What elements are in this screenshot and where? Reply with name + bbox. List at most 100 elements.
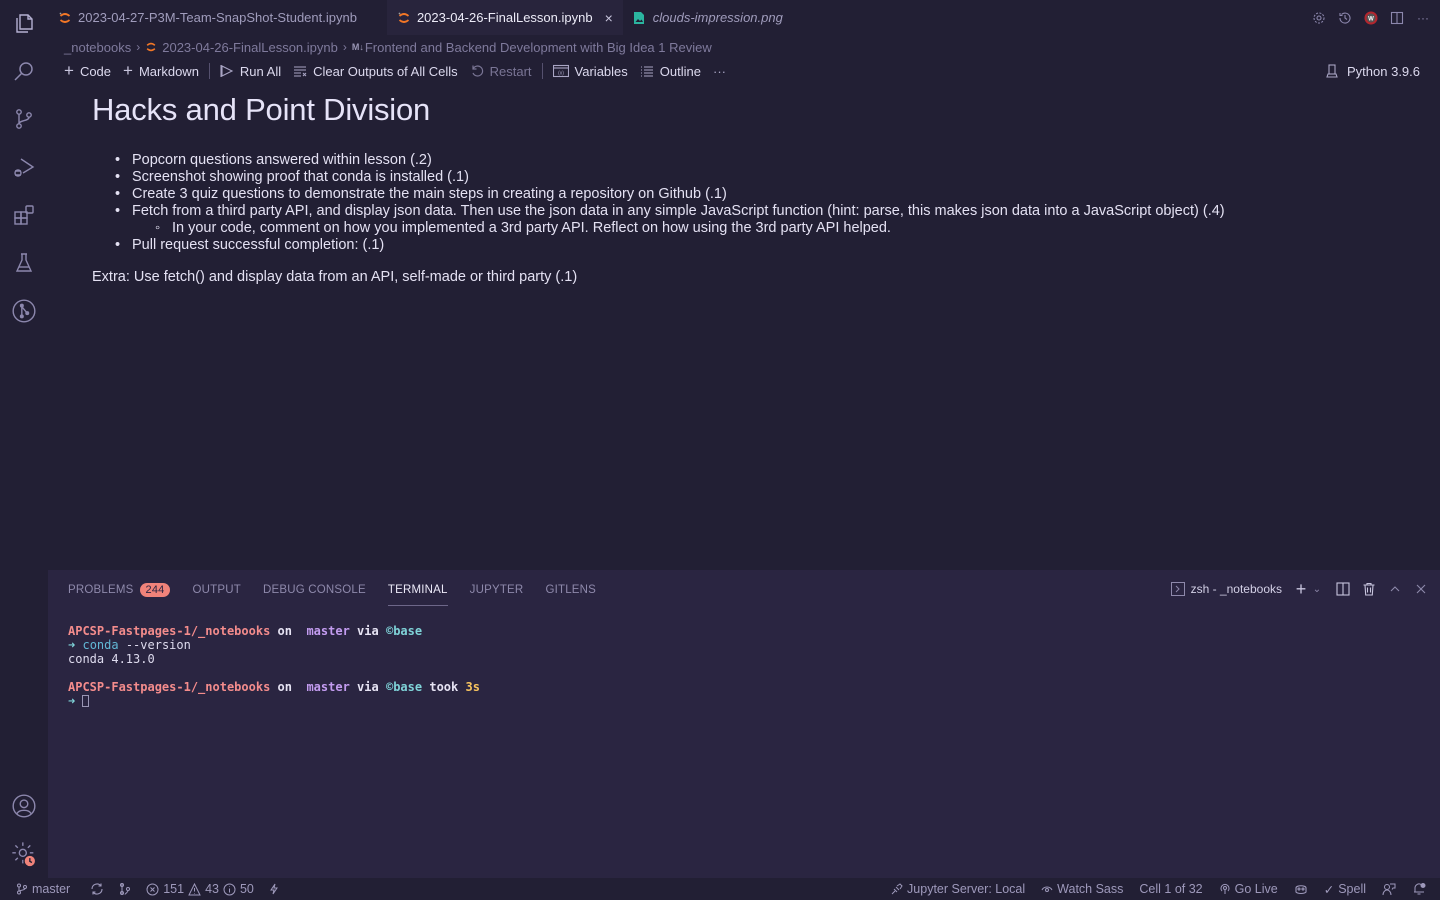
git-branch-icon [16, 883, 28, 895]
cell-heading: Hacks and Point Division [92, 92, 431, 127]
jupyter-icon [397, 11, 411, 25]
editor-tab-bar: 2023-04-27-P3M-Team-SnapShot-Student.ipy… [48, 0, 1440, 35]
svg-text:(x): (x) [558, 71, 564, 77]
source-control-icon[interactable] [10, 105, 38, 133]
sync-icon[interactable] [90, 882, 104, 896]
list-item: Create 3 quiz questions to demonstrate t… [92, 186, 1440, 203]
list-item: Popcorn questions answered within lesson… [92, 152, 1440, 169]
prompt-arrow-icon: ➜ [68, 694, 76, 708]
hacks-list: Popcorn questions answered within lesson… [92, 152, 1440, 254]
git-graph-icon[interactable] [118, 882, 132, 896]
plus-icon: + [64, 61, 74, 80]
notebook-toolbar: + Code + Markdown Run All Clear Outputs … [58, 60, 1440, 82]
run-all-button[interactable]: Run All [214, 60, 287, 82]
account-icon[interactable] [10, 792, 38, 820]
sub-list: In your code, comment on how you impleme… [92, 220, 1440, 237]
spell-check-button[interactable]: ✓ Spell [1324, 882, 1366, 897]
tab-gitlens[interactable]: GITLENS [545, 579, 596, 601]
toolbar-divider [541, 63, 543, 79]
tab-output[interactable]: OUTPUT [192, 579, 240, 601]
tab-final-lesson[interactable]: 2023-04-26-FinalLesson.ipynb × [386, 0, 623, 35]
variables-icon: (x) [552, 64, 569, 78]
clear-outputs-button[interactable]: Clear Outputs of All Cells [287, 60, 464, 82]
breadcrumb-file[interactable]: 2023-04-26-FinalLesson.ipynb [162, 40, 338, 55]
split-editor-icon[interactable] [1390, 11, 1404, 25]
prompt-arrow-icon: ➜ [68, 638, 76, 652]
info-icon [223, 883, 236, 896]
extra-credit-text: Extra: Use fetch() and display data from… [92, 269, 578, 285]
extensions-icon[interactable] [10, 201, 38, 229]
gitlens-icon[interactable] [10, 297, 38, 325]
settings-gear-icon[interactable] [1312, 11, 1326, 25]
search-icon[interactable] [10, 57, 38, 85]
tab-clouds-impression[interactable]: clouds-impression.png [623, 0, 793, 35]
close-panel-icon[interactable] [1414, 582, 1428, 596]
copilot-icon[interactable] [1294, 882, 1308, 896]
breadcrumb-folder[interactable]: _notebooks [64, 40, 131, 55]
manage-gear-icon[interactable] [10, 840, 38, 868]
activity-bar [0, 0, 48, 878]
run-debug-icon[interactable] [10, 153, 38, 181]
kernel-server-icon [1325, 64, 1339, 78]
tab-debug-console[interactable]: DEBUG CONSOLE [263, 579, 366, 601]
list-item-text: Fetch from a third party API, and displa… [132, 203, 1225, 219]
add-code-cell-button[interactable]: + Code [58, 60, 117, 82]
list-item: Pull request successful completion: (.1) [92, 237, 1440, 254]
clear-all-icon [293, 64, 307, 78]
sub-list-item: In your code, comment on how you impleme… [92, 220, 1440, 237]
restart-button[interactable]: Restart [464, 60, 538, 82]
go-live-button[interactable]: Go Live [1219, 882, 1278, 896]
terminal-prompt-line: APCSP-Fastpages-1/_notebooks on master v… [68, 680, 480, 694]
run-all-icon [220, 64, 234, 78]
wakatime-icon[interactable]: W [1364, 11, 1378, 25]
terminal-output-line: conda 4.13.0 [68, 652, 155, 666]
terminal-input-line[interactable]: ➜ [68, 694, 480, 708]
panel-actions: zsh - _notebooks + ⌄ [1170, 579, 1428, 599]
feedback-icon[interactable] [1382, 882, 1396, 896]
tab-jupyter[interactable]: JUPYTER [470, 579, 524, 601]
timeline-history-icon[interactable] [1338, 11, 1352, 25]
restart-icon [470, 64, 484, 78]
notifications-bell-icon[interactable] [1412, 882, 1426, 896]
testing-flask-icon[interactable] [10, 249, 38, 277]
chevron-down-icon[interactable]: ⌄ [1310, 582, 1324, 596]
add-markdown-cell-button[interactable]: + Markdown [117, 60, 205, 82]
svg-text:W: W [1368, 16, 1374, 22]
chevron-right-icon: › [342, 40, 347, 54]
tab-problems[interactable]: PROBLEMS 244 [68, 579, 171, 601]
lightning-icon[interactable] [268, 883, 280, 895]
markdown-cell[interactable]: Hacks and Point Division Popcorn questio… [92, 90, 1440, 285]
chevron-right-icon: › [136, 40, 141, 54]
markdown-icon: M↓ [351, 42, 364, 52]
terminal-selector[interactable]: zsh - _notebooks [1170, 582, 1282, 596]
status-bar: master 151 43 50 Jupyter Server: Local W… [0, 878, 1440, 900]
more-actions-icon[interactable]: ··· [1416, 11, 1430, 25]
image-file-icon [633, 11, 647, 25]
watch-sass-button[interactable]: Watch Sass [1041, 882, 1123, 896]
broadcast-icon [1219, 883, 1231, 895]
terminal-output[interactable]: APCSP-Fastpages-1/_notebooks on master v… [68, 624, 480, 708]
bottom-panel: PROBLEMS 244 OUTPUT DEBUG CONSOLE TERMIN… [48, 570, 1440, 878]
trash-icon[interactable] [1362, 582, 1376, 596]
breadcrumb-section[interactable]: Frontend and Backend Development with Bi… [365, 40, 712, 55]
jupyter-icon [145, 41, 157, 53]
plus-icon: + [123, 61, 133, 80]
new-terminal-plus-icon[interactable]: + [1294, 579, 1308, 599]
maximize-panel-icon[interactable] [1388, 582, 1402, 596]
close-icon[interactable]: × [605, 10, 613, 26]
kernel-picker[interactable]: Python 3.9.6 [1319, 60, 1426, 82]
git-branch-status[interactable]: master [16, 882, 70, 896]
outline-button[interactable]: Outline [634, 60, 707, 82]
warning-icon [188, 882, 201, 896]
variables-button[interactable]: (x) Variables [547, 60, 634, 82]
more-toolbar-button[interactable]: ··· [707, 60, 732, 82]
jupyter-server-status[interactable]: Jupyter Server: Local [891, 882, 1025, 896]
problems-status[interactable]: 151 43 50 [146, 882, 254, 896]
cell-indicator[interactable]: Cell 1 of 32 [1139, 882, 1202, 896]
tab-terminal[interactable]: TERMINAL [387, 579, 448, 606]
tab-snapshot-student[interactable]: 2023-04-27-P3M-Team-SnapShot-Student.ipy… [48, 0, 367, 35]
outline-list-icon [640, 64, 654, 78]
terminal-cursor [82, 695, 90, 707]
explorer-icon[interactable] [10, 9, 38, 37]
split-terminal-icon[interactable] [1336, 582, 1350, 596]
